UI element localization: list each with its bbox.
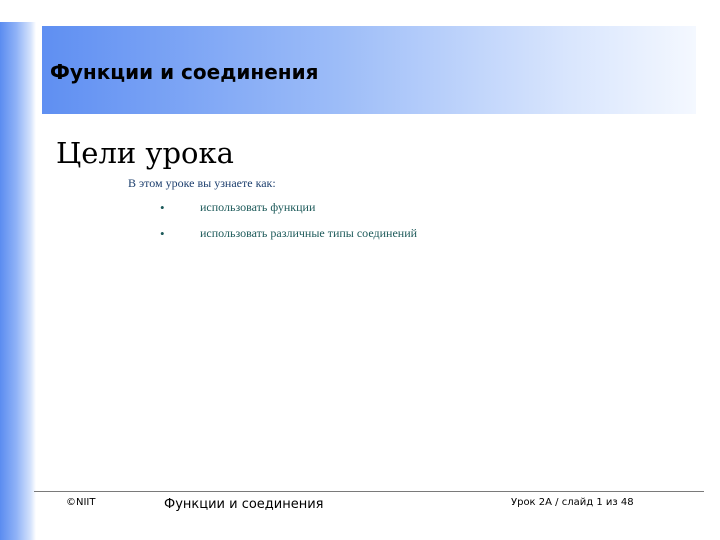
list-item-text: использовать различные типы соединений [200, 226, 418, 240]
intro-text: В этом уроке вы узнаете как: [128, 176, 276, 190]
footer-copyright: ©NIIT [66, 497, 96, 508]
left-gradient-bar [0, 22, 36, 540]
footer-course-title: Функции и соединения [164, 497, 324, 512]
footer-slide-counter: Урок 2A / слайд 1 из 48 [511, 497, 634, 508]
list-item-text: использовать функции [200, 200, 316, 214]
footer-divider [34, 491, 704, 492]
slide-heading: Цели урока [56, 136, 234, 170]
bullet-icon: • [160, 226, 165, 241]
header-title: Функции и соединения [50, 60, 319, 84]
bullet-icon: • [160, 200, 165, 215]
